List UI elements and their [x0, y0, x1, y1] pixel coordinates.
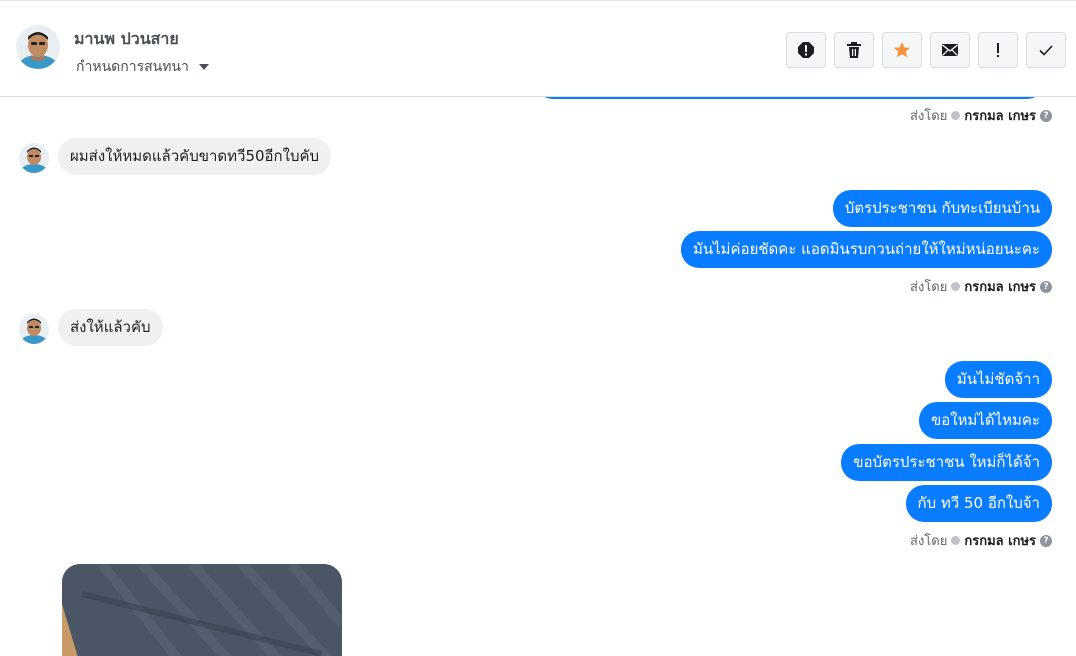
- sender-avatar: [19, 143, 49, 173]
- image-attachment[interactable]: [62, 564, 342, 656]
- verified-dot-icon: [951, 111, 961, 120]
- sent-by-label: ส่งโดย: [910, 280, 948, 295]
- follow-up-button[interactable]: [978, 32, 1018, 68]
- message-thread[interactable]: ส่งโดย กรกมล เกษร ? ผมส่งให้หมดแล้วคับขา…: [0, 97, 1076, 656]
- verified-dot-icon: [951, 282, 961, 291]
- outgoing-message[interactable]: มันไม่ชัดจ้าา: [944, 361, 1052, 398]
- agent-name: กรกมล เกษร: [964, 109, 1036, 124]
- outgoing-message[interactable]: ขอใหม่ได้ไหมคะ: [918, 402, 1052, 439]
- sent-by-label: ส่งโดย: [910, 534, 948, 549]
- checkmark-icon: [1039, 45, 1053, 56]
- spam-icon: [798, 42, 814, 58]
- verified-dot-icon: [951, 536, 961, 545]
- assign-conversation-dropdown[interactable]: กำหนดการสนทนา: [76, 56, 209, 78]
- contact-name: มานพ ปวนสาย: [74, 29, 179, 48]
- sender-avatar: [19, 314, 49, 344]
- sent-by-row: ส่งโดย กรกมล เกษร ?: [910, 530, 1052, 551]
- agent-name: กรกมล เกษร: [964, 534, 1036, 549]
- outgoing-message[interactable]: มันไม่ค่อยชัดคะ แอดมินรบกวนถ่ายให้ใหม่หน…: [680, 231, 1052, 268]
- sent-by-label: ส่งโดย: [910, 109, 948, 124]
- help-icon[interactable]: ?: [1040, 109, 1052, 122]
- agent-name: กรกมล เกษร: [964, 280, 1036, 295]
- spam-button[interactable]: [786, 32, 826, 68]
- incoming-message[interactable]: ผมส่งให้หมดแล้วคับขาดทวี50อีกใบคับ: [58, 138, 332, 175]
- sent-by-row: ส่งโดย กรกมล เกษร ?: [910, 276, 1052, 297]
- mail-icon: [942, 44, 958, 56]
- outgoing-bubble-partial: [535, 97, 1045, 99]
- mark-done-button[interactable]: [1026, 32, 1066, 68]
- mark-unread-button[interactable]: [930, 32, 970, 68]
- outgoing-message[interactable]: กับ ทวี 50 อีกใบจ้า: [905, 485, 1052, 522]
- incoming-message[interactable]: ส่งให้แล้วคับ: [58, 309, 163, 346]
- sent-by-row: ส่งโดย กรกมล เกษร ?: [910, 105, 1052, 126]
- contact-avatar[interactable]: [16, 25, 60, 69]
- star-button[interactable]: [882, 32, 922, 68]
- trash-icon: [847, 42, 861, 58]
- chevron-down-icon: [198, 64, 209, 70]
- star-icon: [894, 42, 910, 58]
- conversation-header: มานพ ปวนสาย กำหนดการสนทนา: [0, 0, 1076, 97]
- assign-label: กำหนดการสนทนา: [76, 59, 189, 75]
- delete-button[interactable]: [834, 32, 874, 68]
- outgoing-message[interactable]: บัตรประชาชน กับทะเบียนบ้าน: [832, 190, 1052, 227]
- help-icon[interactable]: ?: [1040, 280, 1052, 293]
- outgoing-message[interactable]: ขอบัตรประชาชน ใหม่ก็ได้จ้า: [841, 444, 1052, 481]
- exclamation-icon: [997, 43, 999, 57]
- conversation-actions: [786, 32, 1066, 68]
- help-icon[interactable]: ?: [1040, 534, 1052, 547]
